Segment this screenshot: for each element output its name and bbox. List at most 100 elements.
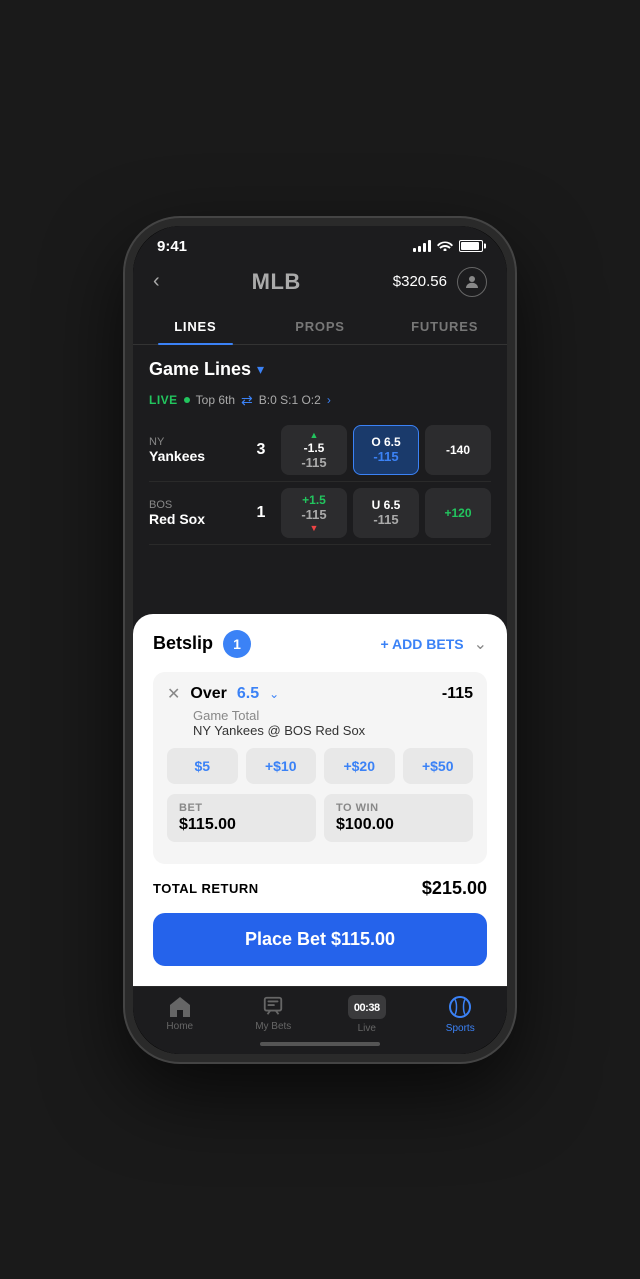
status-time: 9:41 [157, 238, 187, 255]
account-balance: $320.56 [393, 273, 447, 290]
add-bets-button[interactable]: + ADD BETS [380, 636, 463, 652]
game-table: NY Yankees 3 ▲ -1.5 -115 [149, 419, 491, 545]
bet-amount-value: $115.00 [179, 816, 304, 834]
wifi-icon [437, 238, 453, 254]
signal-icon [413, 240, 431, 252]
game-lines-title: Game Lines [149, 359, 251, 380]
bet-cells-yankees: ▲ -1.5 -115 O 6.5 -115 -140 [281, 425, 491, 475]
nav-live[interactable]: 00:38 Live [320, 995, 414, 1034]
bet-item: ✕ Over 6.5 ⌄ -115 Game Total NY Yankees … [153, 672, 487, 864]
team-info-redsox: BOS Red Sox [149, 499, 251, 527]
place-bet-button[interactable]: Place Bet $115.00 [153, 913, 487, 966]
team-info-yankees: NY Yankees [149, 436, 251, 464]
game-lines-dropdown[interactable]: ▾ [257, 361, 264, 378]
battery-icon [459, 240, 483, 252]
quick-amount-50[interactable]: +$50 [403, 748, 474, 784]
bet-cell-redsox-ml[interactable]: +120 [425, 488, 491, 538]
team-score-yankees: 3 [251, 441, 271, 459]
live-indicator: LIVE Top 6th ⇄ B:0 S:1 O:2 › [149, 392, 491, 409]
betslip-header: Betslip 1 + ADD BETS ⌄ [153, 630, 487, 658]
nav-home-label: Home [166, 1021, 193, 1032]
betslip-title-area: Betslip 1 [153, 630, 251, 658]
bet-matchup: NY Yankees @ BOS Red Sox [193, 723, 473, 738]
tab-futures[interactable]: FUTURES [382, 309, 507, 344]
bet-cells-redsox: +1.5 -115 ▼ U 6.5 -115 +120 [281, 488, 491, 538]
page-title: MLB [252, 269, 301, 295]
nav-sports[interactable]: Sports [414, 995, 508, 1034]
bet-cell-yankees-spread[interactable]: ▲ -1.5 -115 [281, 425, 347, 475]
status-icons [413, 238, 483, 254]
bet-value-label: 6.5 [237, 685, 259, 703]
nav-home[interactable]: Home [133, 995, 227, 1034]
total-return-row: TOTAL RETURN $215.00 [153, 876, 487, 901]
quick-amounts: $5 +$10 +$20 +$50 [167, 748, 473, 784]
total-return-label: TOTAL RETURN [153, 881, 259, 896]
tab-lines[interactable]: LINES [133, 309, 258, 344]
bet-type-label: Over [190, 685, 226, 703]
to-win-value: $100.00 [336, 816, 461, 834]
phone-frame: 9:41 [125, 218, 515, 1062]
bet-label: BET [179, 802, 304, 814]
team-abbr-redsox: BOS [149, 499, 251, 511]
nav-mybets[interactable]: My Bets [227, 995, 321, 1034]
tab-bar: LINES PROPS FUTURES [133, 309, 507, 345]
bet-item-left: ✕ Over 6.5 ⌄ [167, 684, 279, 704]
bet-cell-yankees-ml[interactable]: -140 [425, 425, 491, 475]
bet-total-odds-redsox: -115 [373, 512, 398, 527]
quick-amount-10[interactable]: +$10 [246, 748, 317, 784]
team-name-redsox: Red Sox [149, 511, 251, 527]
betslip-collapse-icon[interactable]: ⌄ [474, 634, 487, 654]
bet-cell-yankees-total[interactable]: O 6.5 -115 [353, 425, 419, 475]
bet-total-top: O 6.5 [371, 435, 400, 449]
betslip-count-badge: 1 [223, 630, 251, 658]
back-button[interactable]: ‹ [153, 270, 160, 293]
bets-icon [261, 995, 285, 1017]
nav-mybets-label: My Bets [255, 1021, 291, 1032]
team-score-redsox: 1 [251, 504, 271, 522]
live-dot [184, 397, 190, 403]
bet-spread-odds-redsox: -115 [301, 507, 326, 522]
bet-value-dropdown[interactable]: ⌄ [269, 687, 279, 701]
nav-sports-label: Sports [446, 1023, 475, 1034]
team-abbr-yankees: NY [149, 436, 251, 448]
team-name-yankees: Yankees [149, 448, 251, 464]
content-area: Game Lines ▾ LIVE Top 6th ⇄ B:0 S:1 O:2 … [133, 345, 507, 614]
live-timer-icon: 00:38 [348, 995, 386, 1019]
bet-total-top-redsox: U 6.5 [372, 498, 401, 512]
nav-live-label: Live [358, 1023, 376, 1034]
game-section: Game Lines ▾ LIVE Top 6th ⇄ B:0 S:1 O:2 … [133, 345, 507, 555]
table-row: NY Yankees 3 ▲ -1.5 -115 [149, 419, 491, 482]
remove-bet-button[interactable]: ✕ [167, 684, 180, 704]
bottom-nav: Home My Bets 00:38 Live [133, 986, 507, 1038]
avatar[interactable] [457, 267, 487, 297]
bet-ml-value: -140 [446, 443, 470, 457]
betslip-title: Betslip [153, 633, 213, 654]
quick-amount-5[interactable]: $5 [167, 748, 238, 784]
live-sort-icon: ⇄ [241, 392, 253, 409]
home-indicator-bar [133, 1038, 507, 1054]
bet-cell-redsox-spread[interactable]: +1.5 -115 ▼ [281, 488, 347, 538]
bet-total-odds: -115 [373, 449, 398, 464]
header: ‹ MLB $320.56 [133, 259, 507, 309]
live-count: B:0 S:1 O:2 [259, 393, 321, 407]
bet-item-header: ✕ Over 6.5 ⌄ -115 [167, 684, 473, 704]
bet-odds: -115 [442, 685, 473, 703]
bet-cell-redsox-total[interactable]: U 6.5 -115 [353, 488, 419, 538]
betslip-actions: + ADD BETS ⌄ [380, 634, 487, 654]
bet-ml-redsox: +120 [444, 506, 471, 520]
total-return-value: $215.00 [422, 878, 487, 899]
tab-props[interactable]: PROPS [258, 309, 383, 344]
home-icon [168, 995, 192, 1017]
game-lines-header: Game Lines ▾ [149, 359, 491, 380]
header-right: $320.56 [393, 267, 487, 297]
betslip-panel: Betslip 1 + ADD BETS ⌄ ✕ Over 6.5 ⌄ [133, 614, 507, 986]
home-indicator [260, 1042, 380, 1046]
bet-amount-field[interactable]: BET $115.00 [167, 794, 316, 842]
bet-spread-odds: -115 [301, 455, 326, 470]
live-badge: LIVE [149, 393, 178, 407]
live-inning: Top 6th [196, 393, 235, 407]
phone-screen: 9:41 [133, 226, 507, 1054]
live-info-chevron[interactable]: › [327, 393, 331, 407]
quick-amount-20[interactable]: +$20 [324, 748, 395, 784]
bet-subtitle: Game Total [193, 708, 473, 723]
